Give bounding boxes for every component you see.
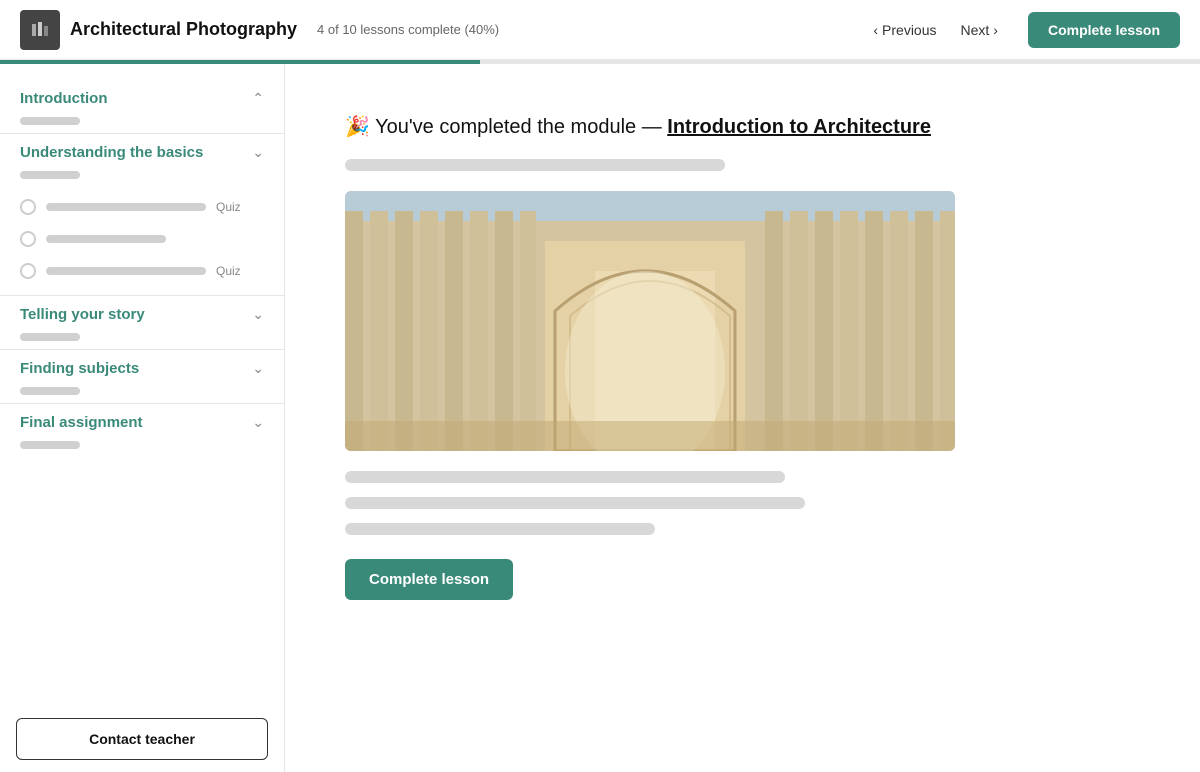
module-image-inner bbox=[345, 191, 955, 451]
sidebar-section-final: Final assignment ⌄ bbox=[0, 404, 284, 449]
sidebar-section-subjects-header[interactable]: Finding subjects ⌄ bbox=[0, 350, 284, 387]
module-image bbox=[345, 191, 955, 451]
item-label-bar bbox=[46, 203, 206, 211]
list-item[interactable]: Quiz bbox=[0, 191, 284, 223]
sidebar-section-basics-title: Understanding the basics bbox=[20, 144, 203, 161]
content-body bbox=[345, 471, 1140, 535]
basics-items: Quiz Quiz bbox=[0, 187, 284, 295]
radio-icon bbox=[20, 199, 36, 215]
content-placeholder bbox=[345, 471, 785, 483]
completion-text: You've completed the module — bbox=[375, 116, 662, 138]
sidebar-section-basics: Understanding the basics ⌄ Quiz bbox=[0, 134, 284, 295]
item-label-bar bbox=[46, 267, 206, 275]
sidebar-section-final-title: Final assignment bbox=[20, 414, 143, 431]
previous-button[interactable]: ‹ Previous bbox=[863, 16, 946, 44]
basics-subtitle-bar bbox=[20, 171, 80, 179]
chevron-down-icon: ⌄ bbox=[252, 306, 264, 323]
final-subtitle-bar bbox=[20, 441, 80, 449]
complete-lesson-header-button[interactable]: Complete lesson bbox=[1028, 12, 1180, 48]
lesson-navigation: ‹ Previous Next › Complete lesson bbox=[863, 12, 1180, 48]
sidebar-section-introduction-header[interactable]: Introduction ⌃ bbox=[0, 80, 284, 117]
chevron-right-icon: › bbox=[993, 22, 998, 38]
sidebar-section-final-header[interactable]: Final assignment ⌄ bbox=[0, 404, 284, 441]
sidebar-section-story-header[interactable]: Telling your story ⌄ bbox=[0, 296, 284, 333]
story-subtitle-bar bbox=[20, 333, 80, 341]
radio-icon bbox=[20, 231, 36, 247]
introduction-subtitle-bar bbox=[20, 117, 80, 125]
sidebar-navigation: Introduction ⌃ Understanding the basics … bbox=[0, 64, 284, 706]
next-button[interactable]: Next › bbox=[951, 16, 1008, 44]
chevron-down-icon: ⌄ bbox=[252, 360, 264, 377]
sidebar-section-subjects: Finding subjects ⌄ bbox=[0, 350, 284, 395]
module-link[interactable]: Introduction to Architecture bbox=[667, 116, 931, 138]
list-item[interactable] bbox=[0, 223, 284, 255]
completion-emoji: 🎉 bbox=[345, 116, 370, 138]
content-placeholder bbox=[345, 497, 805, 509]
sidebar-section-basics-header[interactable]: Understanding the basics ⌄ bbox=[0, 134, 284, 171]
progress-text: 4 of 10 lessons complete (40%) bbox=[317, 22, 499, 37]
sidebar-section-introduction: Introduction ⌃ bbox=[0, 80, 284, 125]
main-content: 🎉 You've completed the module — Introduc… bbox=[285, 64, 1200, 772]
sidebar-section-story-title: Telling your story bbox=[20, 306, 145, 323]
sidebar-section-subjects-title: Finding subjects bbox=[20, 360, 139, 377]
logo-icon bbox=[20, 10, 60, 50]
sidebar-section-story: Telling your story ⌄ bbox=[0, 296, 284, 341]
item-label-bar bbox=[46, 235, 166, 243]
content-placeholder bbox=[345, 159, 725, 171]
sidebar: Introduction ⌃ Understanding the basics … bbox=[0, 64, 285, 772]
sidebar-section-introduction-title: Introduction bbox=[20, 90, 107, 107]
radio-icon bbox=[20, 263, 36, 279]
complete-lesson-main-button[interactable]: Complete lesson bbox=[345, 559, 513, 600]
completion-message: 🎉 You've completed the module — Introduc… bbox=[345, 114, 1140, 139]
chevron-down-icon: ⌄ bbox=[252, 414, 264, 431]
contact-teacher-button[interactable]: Contact teacher bbox=[16, 718, 268, 760]
quiz-badge: Quiz bbox=[216, 264, 241, 278]
course-logo: Architectural Photography bbox=[20, 10, 297, 50]
list-item[interactable]: Quiz bbox=[0, 255, 284, 287]
course-title: Architectural Photography bbox=[70, 19, 297, 40]
chevron-left-icon: ‹ bbox=[873, 22, 878, 38]
main-layout: Introduction ⌃ Understanding the basics … bbox=[0, 64, 1200, 772]
chevron-up-icon: ⌃ bbox=[252, 90, 264, 107]
chevron-down-icon: ⌄ bbox=[252, 144, 264, 161]
app-header: Architectural Photography 4 of 10 lesson… bbox=[0, 0, 1200, 60]
content-placeholder bbox=[345, 523, 655, 535]
subjects-subtitle-bar bbox=[20, 387, 80, 395]
quiz-badge: Quiz bbox=[216, 200, 241, 214]
